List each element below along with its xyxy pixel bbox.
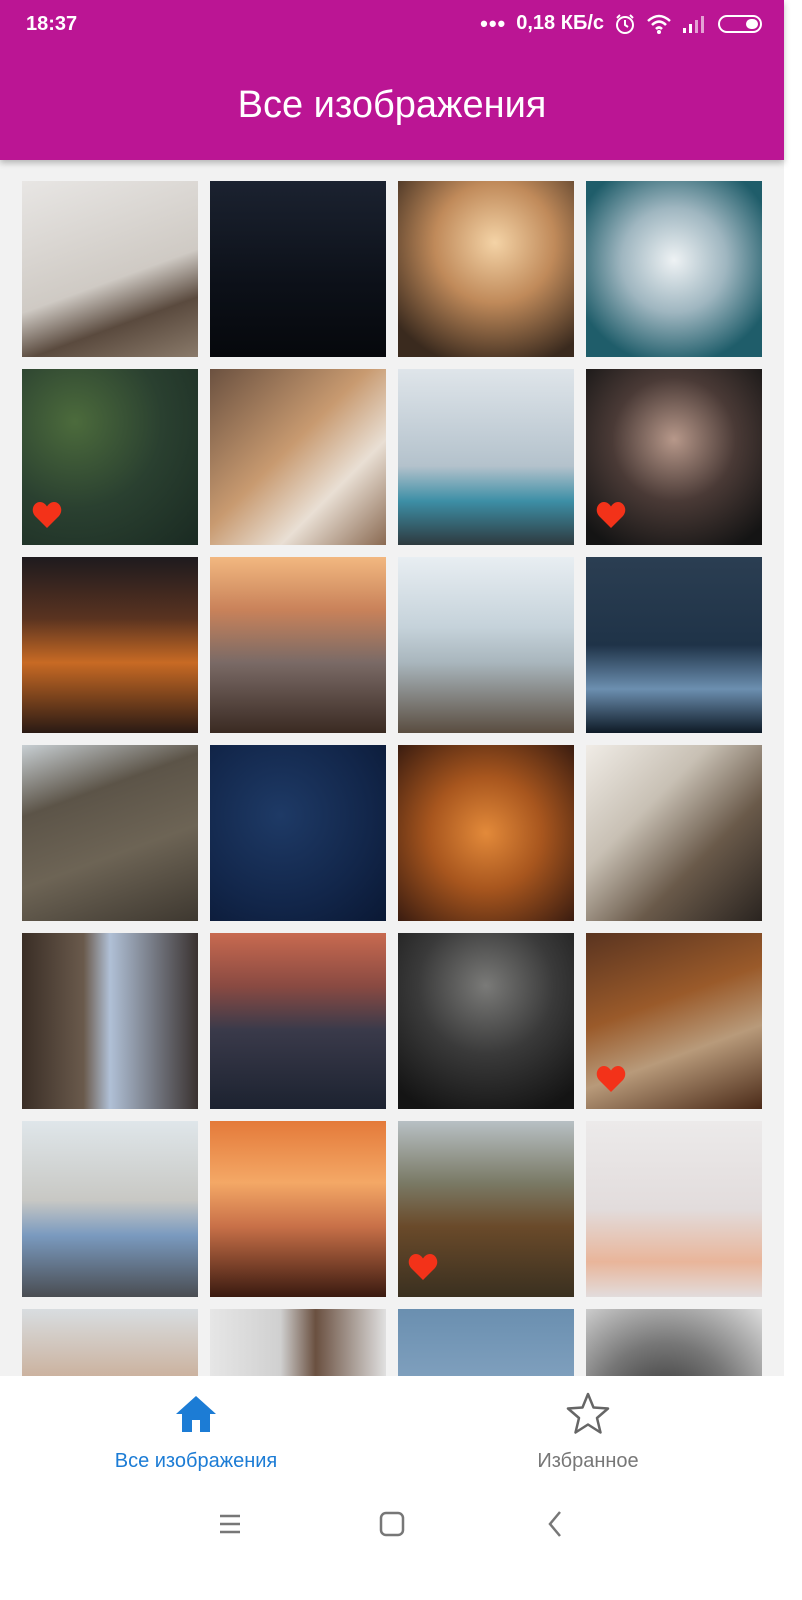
home-icon xyxy=(176,1396,216,1432)
wifi-icon xyxy=(647,14,671,34)
menu-icon[interactable] xyxy=(212,1506,248,1542)
image-tile-woman-portrait-light[interactable] xyxy=(210,1309,386,1376)
image-tile-beach-rocks-sunset[interactable] xyxy=(210,557,386,733)
image-tile-starry-night-sky[interactable] xyxy=(210,745,386,921)
alarm-icon xyxy=(616,13,634,34)
image-tile-stacked-cups[interactable] xyxy=(586,1121,762,1297)
image-tile-laptop-meeting-table[interactable] xyxy=(586,745,762,921)
nav-favorites-label: Избранное xyxy=(537,1450,639,1472)
image-tile-sunset-silhouette-plants[interactable] xyxy=(398,181,574,357)
image-tile-couple-tablet-living-room[interactable] xyxy=(210,369,386,545)
back-icon[interactable] xyxy=(538,1506,574,1542)
network-speed: 0,18 КБ/с xyxy=(516,12,604,34)
bottom-navigation: Все изображения Избранное xyxy=(0,1376,784,1486)
image-tile-cave-waterfall[interactable] xyxy=(22,933,198,1109)
favorite-heart-icon[interactable] xyxy=(407,1252,439,1282)
image-tile-white-car-garage[interactable] xyxy=(398,933,574,1109)
image-tile-laptop-on-table[interactable] xyxy=(22,1121,198,1297)
image-tile-sunset-clouds[interactable] xyxy=(22,557,198,733)
image-grid xyxy=(22,181,762,1376)
page-title: Все изображения xyxy=(237,84,547,126)
favorite-heart-icon[interactable] xyxy=(595,1064,627,1094)
image-tile-polar-bear-underwater[interactable] xyxy=(586,181,762,357)
image-tile-moon-blue-sky[interactable] xyxy=(398,1309,574,1376)
image-tile-foggy-forest-road[interactable] xyxy=(398,1121,574,1297)
status-icons: ••• 0,18 КБ/с xyxy=(480,12,762,35)
nav-all-images[interactable]: Все изображения xyxy=(0,1376,392,1486)
image-tile-woman-with-flowers[interactable] xyxy=(398,369,574,545)
status-bar: 18:37 ••• 0,18 КБ/с xyxy=(0,0,784,50)
nav-favorites[interactable]: Избранное xyxy=(392,1376,784,1486)
image-tile-autumn-forest-aerial[interactable] xyxy=(398,745,574,921)
image-tile-city-skyline-night[interactable] xyxy=(586,557,762,733)
more-dots-icon: ••• xyxy=(480,10,507,36)
image-tile-city-bridge-dusk[interactable] xyxy=(210,933,386,1109)
image-tile-mountain-valley-river[interactable] xyxy=(22,745,198,921)
battery-icon xyxy=(718,14,762,33)
image-tile-woman-pool[interactable] xyxy=(22,1309,198,1376)
image-tile-woman-portrait-dark[interactable] xyxy=(586,369,762,545)
image-tile-women-laptop-office[interactable] xyxy=(22,181,198,357)
signal-icon xyxy=(683,15,704,33)
nav-all-images-label: Все изображения xyxy=(114,1450,278,1472)
system-navigation-bar xyxy=(0,1486,784,1600)
image-tile-autumn-path[interactable] xyxy=(586,933,762,1109)
star-icon xyxy=(566,1392,610,1434)
status-time: 18:37 xyxy=(26,13,78,35)
app-bar: 18:37 ••• 0,18 КБ/с Все изображения xyxy=(0,0,784,160)
image-tile-night-sky-trees[interactable] xyxy=(210,181,386,357)
image-tile-aerial-forest[interactable] xyxy=(22,369,198,545)
image-tile-horse-rider-sunset[interactable] xyxy=(210,1121,386,1297)
image-tile-cafe-windows-sea[interactable] xyxy=(398,557,574,733)
gallery-scroll-area[interactable] xyxy=(0,160,784,1376)
favorite-heart-icon[interactable] xyxy=(31,500,63,530)
image-tile-gas-mask-portrait[interactable] xyxy=(586,1309,762,1376)
favorite-heart-icon[interactable] xyxy=(595,500,627,530)
home-square-icon[interactable] xyxy=(374,1506,410,1542)
